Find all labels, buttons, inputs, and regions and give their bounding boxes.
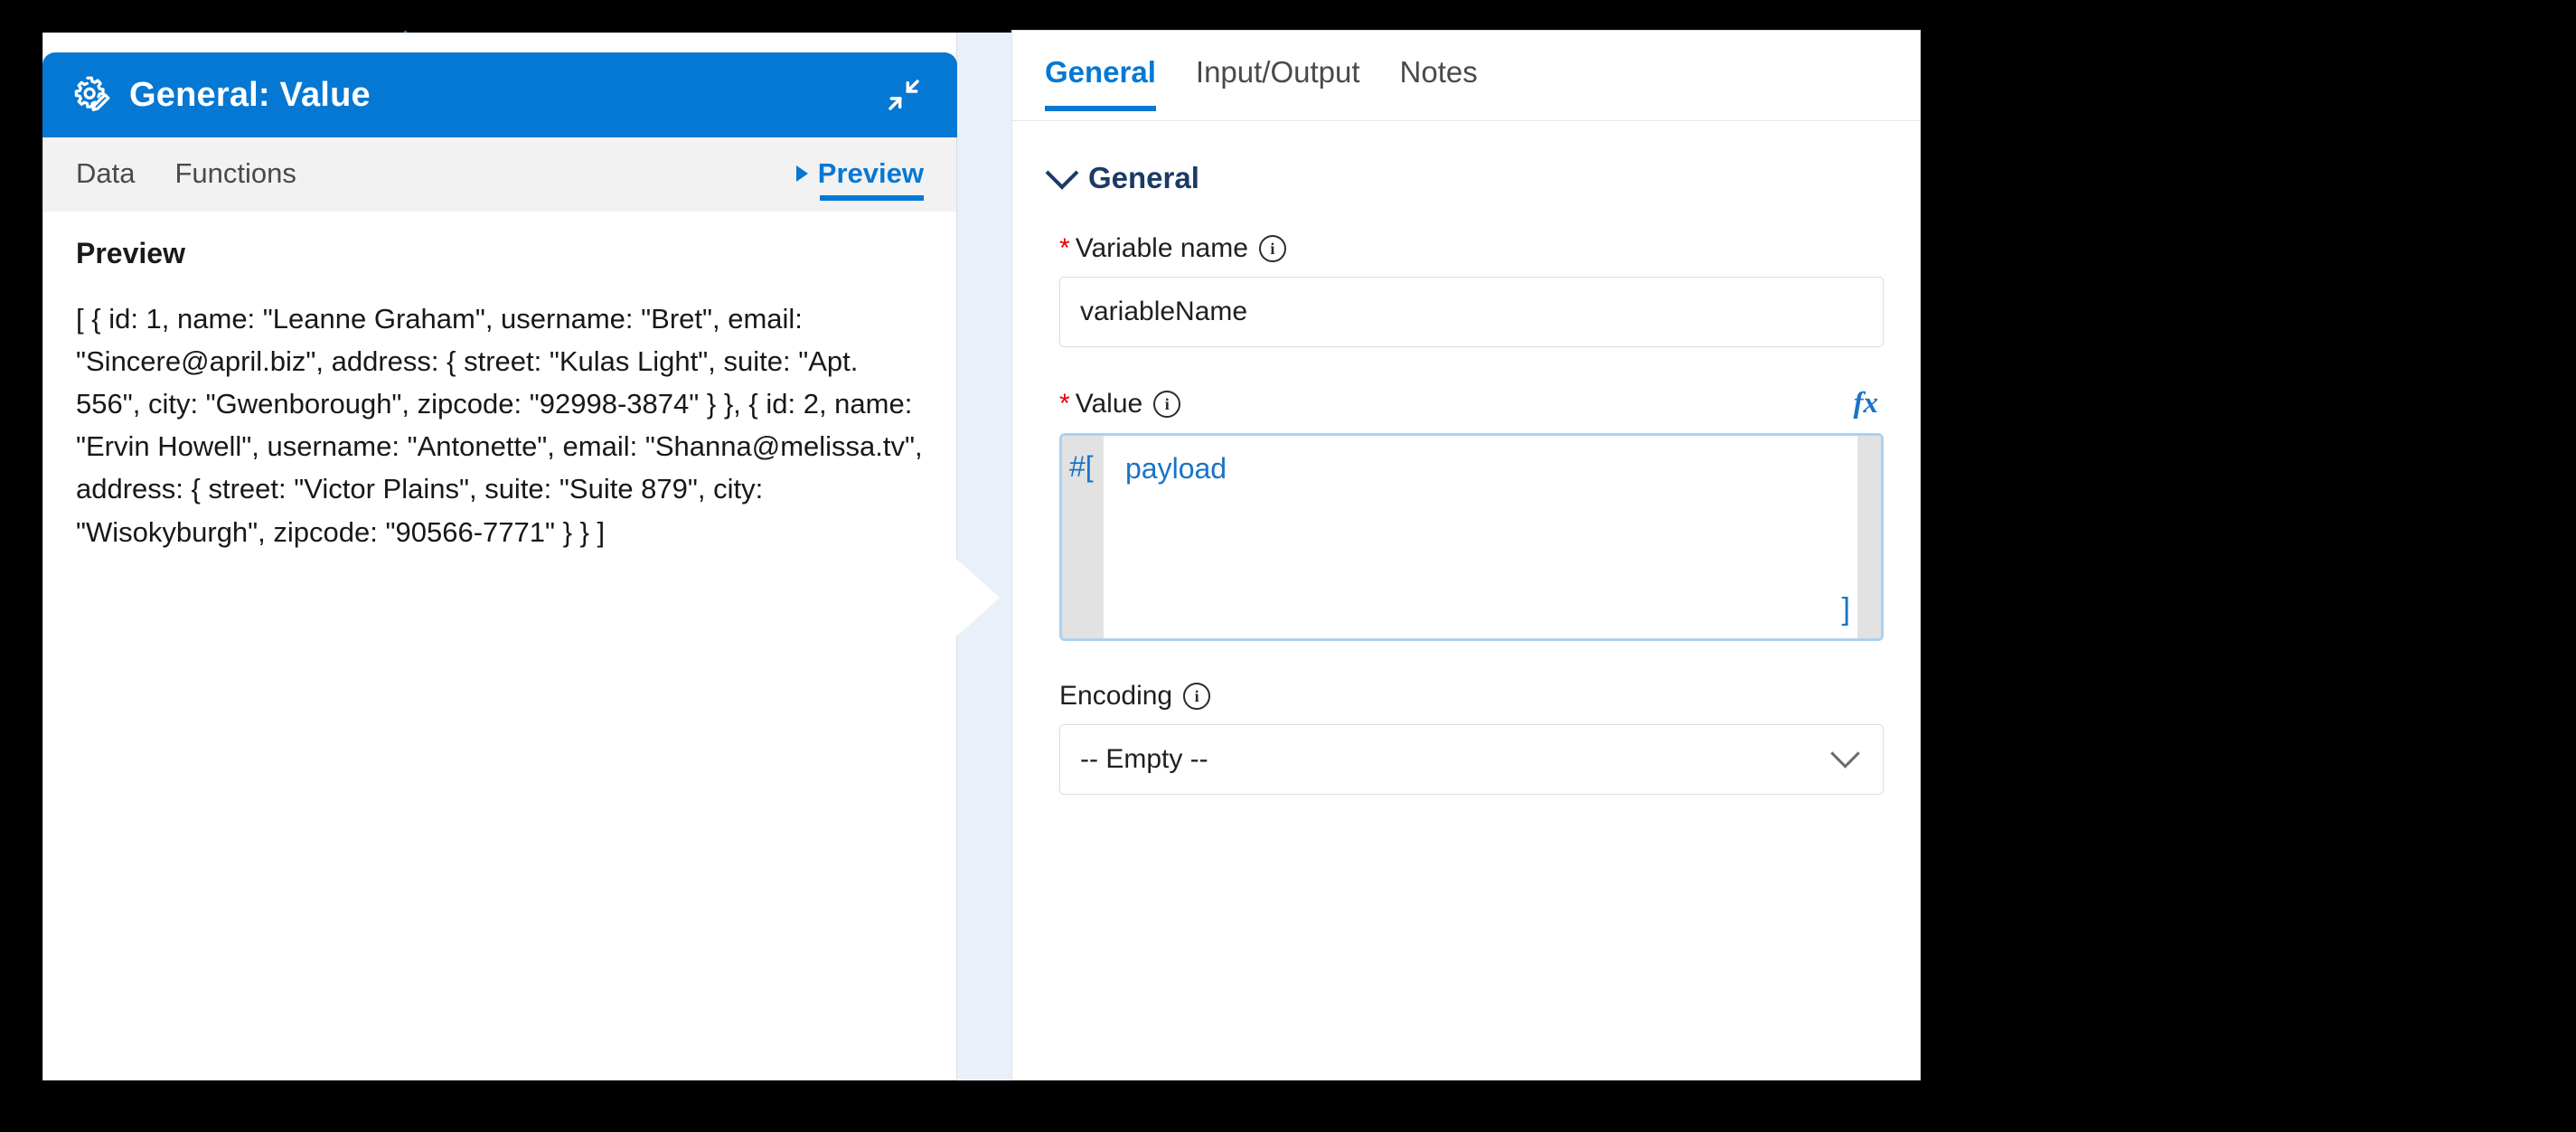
- variable-name-value: variableName: [1080, 297, 1248, 326]
- field-encoding: Encoding i -- Empty --: [1048, 681, 1884, 795]
- variable-name-label-row: * Variable name i: [1059, 233, 1884, 264]
- tab-notes[interactable]: Notes: [1400, 31, 1478, 90]
- value-label-row: * Value i fx: [1059, 387, 1884, 420]
- tab-functions[interactable]: Functions: [174, 137, 296, 190]
- info-icon[interactable]: i: [1258, 235, 1286, 262]
- tab-data[interactable]: Data: [76, 137, 135, 190]
- collapse-diagonal-icon[interactable]: [881, 72, 926, 118]
- chevron-down-icon: [1045, 156, 1079, 190]
- dsl-panel-header: General: Value: [42, 52, 957, 137]
- fx-button[interactable]: fx: [1854, 387, 1885, 420]
- tab-preview[interactable]: Preview: [795, 137, 924, 201]
- properties-panel: General Input/Output Notes General * Var…: [1011, 30, 1921, 1080]
- properties-tabs: General Input/Output Notes: [1012, 31, 1920, 121]
- variable-name-input[interactable]: variableName: [1059, 277, 1884, 347]
- tab-preview-label: Preview: [817, 157, 924, 189]
- gear-pencil-icon: [74, 76, 110, 112]
- popover-pointer-arrow: [949, 552, 1000, 643]
- encoding-label: Encoding: [1059, 681, 1173, 711]
- chevron-down-icon: [1830, 738, 1860, 769]
- section-general-title: General: [1088, 161, 1199, 194]
- tab-general-underline: [1045, 106, 1156, 111]
- expression-close-token: ]: [1841, 592, 1850, 627]
- play-triangle-icon: [795, 165, 808, 182]
- dsl-panel-title: General: Value: [129, 75, 371, 114]
- info-icon[interactable]: i: [1183, 683, 1211, 710]
- preview-content-text: [ { id: 1, name: "Leanne Graham", userna…: [76, 303, 931, 548]
- value-code-editor[interactable]: #[ payload ]: [1059, 433, 1884, 641]
- variable-name-label: Variable name: [1075, 233, 1248, 263]
- section-general-header[interactable]: General: [1045, 156, 1884, 195]
- info-icon[interactable]: i: [1153, 390, 1181, 418]
- required-asterisk: *: [1059, 388, 1070, 419]
- dsl-preview-body: Preview [ { id: 1, name: "Leanne Graham"…: [43, 212, 956, 1080]
- expression-open-token: #[: [1069, 450, 1094, 483]
- expression-text: payload: [1125, 452, 1227, 485]
- code-editor-right-gutter: [1857, 436, 1881, 638]
- properties-body: General * Variable name i variableName *…: [1012, 121, 1920, 795]
- dsl-panel-tabs: Data Functions Preview: [43, 137, 956, 212]
- preview-heading: Preview: [76, 237, 185, 269]
- value-label: Value: [1075, 388, 1143, 419]
- tab-general[interactable]: General: [1045, 31, 1156, 111]
- encoding-select[interactable]: -- Empty --: [1059, 724, 1884, 795]
- collapse-arrows-glyph: [888, 80, 919, 110]
- field-variable-name: * Variable name i variableName: [1048, 233, 1884, 347]
- screenshot-canvas: General: Value Data Functions Preview Pr…: [0, 0, 2576, 1132]
- required-asterisk: *: [1059, 233, 1070, 263]
- tab-general-label: General: [1045, 55, 1156, 89]
- tab-preview-underline: [819, 195, 924, 201]
- field-value: * Value i fx #[ payload ]: [1048, 387, 1884, 641]
- encoding-label-row: Encoding i: [1059, 681, 1884, 712]
- tab-input-output[interactable]: Input/Output: [1196, 31, 1360, 90]
- encoding-selected-value: -- Empty --: [1080, 744, 1208, 774]
